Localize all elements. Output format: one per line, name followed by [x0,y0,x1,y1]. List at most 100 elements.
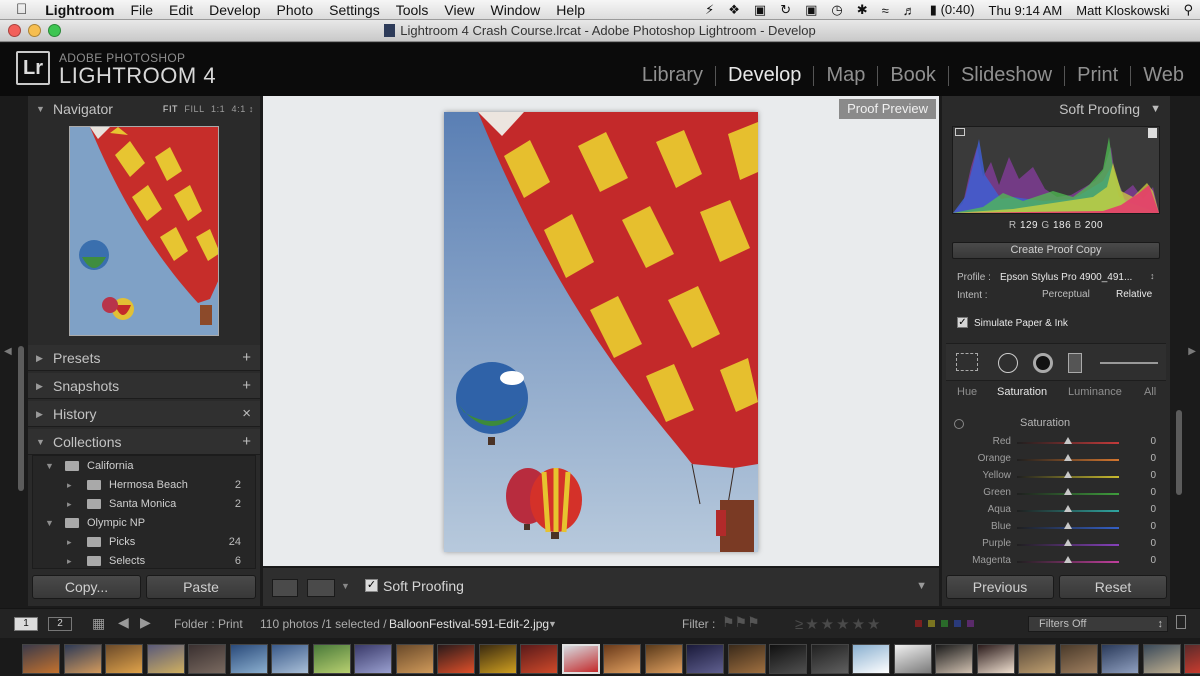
module-develop[interactable]: Develop [716,64,813,87]
yellow-label-icon[interactable] [928,620,935,627]
filmstrip-thumb[interactable] [229,644,268,674]
presets-header[interactable]: ▶ Presets + [28,345,260,371]
menu-window[interactable]: Window [483,2,549,18]
previous-button[interactable]: Previous [946,575,1054,599]
loupe-view-icon[interactable] [272,579,298,597]
copy-settings-button[interactable]: Copy... [32,575,141,599]
saturation-slider-magenta[interactable]: Magenta 0 [942,553,1170,570]
folder-source[interactable]: Folder : Print [174,617,243,631]
filmstrip-thumb[interactable] [1184,644,1200,674]
profile-select[interactable]: Epson Stylus Pro 4900_491... [1000,272,1132,283]
filmstrip-thumb[interactable] [1101,644,1139,674]
filmstrip-thumb[interactable] [935,644,973,674]
zoom-4-1[interactable]: 4:1 [231,104,245,114]
zoom-fill[interactable]: FILL [184,104,204,114]
module-slideshow[interactable]: Slideshow [949,64,1064,87]
soft-proofing-header[interactable]: Soft Proofing ▼ [942,96,1170,122]
intent-relative[interactable]: Relative [1116,289,1152,300]
filmstrip-thumb[interactable] [354,644,392,674]
filmstrip-thumb[interactable] [146,644,185,674]
navigator-header[interactable]: ▼ Navigator FIT FILL 1:1 4:1 ↕ [28,96,260,122]
apple-menu-icon[interactable]:  [0,1,37,18]
adjustment-brush-icon[interactable] [1100,362,1158,364]
filmstrip-thumb[interactable] [1059,644,1098,674]
window-minimize-button[interactable] [28,24,41,37]
tab-luminance[interactable]: Luminance [1068,386,1122,398]
menu-photo[interactable]: Photo [269,2,322,18]
menu-file[interactable]: File [122,2,161,18]
filmstrip-thumb[interactable] [976,644,1015,674]
slider-value[interactable]: 0 [1150,538,1156,549]
menubar-user[interactable]: Matt Kloskowski [1069,3,1176,18]
window-zoom-button[interactable] [48,24,61,37]
time-machine-icon[interactable]: ◷ [824,2,849,18]
crop-overlay-icon[interactable] [956,353,978,371]
filmstrip-thumb[interactable] [727,644,766,674]
slider-knob[interactable] [1064,556,1072,563]
reset-button[interactable]: Reset [1059,575,1167,599]
main-photo[interactable] [444,112,758,552]
slider-knob[interactable] [1064,437,1072,444]
saturation-slider-aqua[interactable]: Aqua 0 [942,502,1170,519]
saturation-slider-orange[interactable]: Orange 0 [942,451,1170,468]
menu-edit[interactable]: Edit [161,2,201,18]
saturation-slider-green[interactable]: Green 0 [942,485,1170,502]
purple-label-icon[interactable] [967,620,974,627]
filmstrip-thumb[interactable] [478,644,517,674]
menu-view[interactable]: View [436,2,482,18]
slider-value[interactable]: 0 [1150,521,1156,532]
window-close-button[interactable] [8,24,21,37]
dropbox-icon[interactable]: ❖ [721,2,747,18]
slider-value[interactable]: 0 [1150,436,1156,447]
navigator-preview[interactable] [69,126,219,336]
collapse-triangle-icon[interactable]: ▼ [45,514,54,533]
filmstrip-thumb[interactable] [105,644,143,674]
main-screen-button[interactable]: 1 [14,617,38,631]
sync-icon[interactable]: ↻ [773,2,798,18]
filmstrip-thumb[interactable] [437,644,475,674]
add-collection-icon[interactable]: + [242,429,251,455]
bolt-icon[interactable]: ⚡ [698,2,721,18]
menu-develop[interactable]: Develop [201,2,268,18]
history-header[interactable]: ▶ History × [28,401,260,427]
filename-dropdown-icon[interactable]: ▼ [548,619,557,629]
snapshots-header[interactable]: ▶ Snapshots + [28,373,260,399]
filmstrip-thumb[interactable] [644,644,683,674]
paste-settings-button[interactable]: Paste [146,575,256,599]
battery-status[interactable]: ▮ (0:40) [923,2,982,18]
blue-label-icon[interactable] [954,620,961,627]
collections-header[interactable]: ▼ Collections + [28,429,260,455]
color-label-filter[interactable] [915,620,974,627]
zoom-1-1[interactable]: 1:1 [211,104,225,114]
saturation-slider-red[interactable]: Red 0 [942,434,1170,451]
display-icon[interactable]: ▣ [798,2,824,18]
filmstrip-thumb[interactable] [852,644,890,674]
evernote-icon[interactable]: ▣ [747,2,773,18]
collection-row[interactable]: ▸ Hermosa Beach 2 [33,476,255,495]
back-arrow-icon[interactable]: ◀ [118,614,129,631]
module-library[interactable]: Library [630,64,715,87]
slider-value[interactable]: 0 [1150,453,1156,464]
filmstrip-thumb[interactable] [63,644,102,674]
saturation-slider-blue[interactable]: Blue 0 [942,519,1170,536]
soft-proofing-checkbox[interactable]: ✓ [365,579,378,592]
volume-icon[interactable]: ♬ [896,3,923,18]
app-menu[interactable]: Lightroom [37,2,122,18]
grid-view-icon[interactable]: ▦ [92,615,105,632]
selected-filename[interactable]: BalloonFestival-591-Edit-2.jpg [389,617,549,631]
filmstrip-thumb[interactable] [1142,644,1181,674]
saturation-slider-purple[interactable]: Purple 0 [942,536,1170,553]
tab-saturation[interactable]: Saturation [997,386,1047,398]
zoom-fit[interactable]: FIT [163,104,178,114]
slider-value[interactable]: 0 [1150,487,1156,498]
before-after-view-icon[interactable] [307,579,335,597]
menu-tools[interactable]: Tools [388,2,437,18]
green-label-icon[interactable] [941,620,948,627]
right-panel-toggle-icon[interactable]: ▶ [1188,346,1196,357]
add-snapshot-icon[interactable]: + [242,373,251,399]
graduated-filter-icon[interactable] [1068,353,1082,373]
collection-set-row[interactable]: ▼ Olympic NP [33,514,255,533]
filmstrip-thumb[interactable] [810,644,849,674]
filter-presets-select[interactable]: Filters Off ↕ [1028,616,1168,632]
red-label-icon[interactable] [915,620,922,627]
